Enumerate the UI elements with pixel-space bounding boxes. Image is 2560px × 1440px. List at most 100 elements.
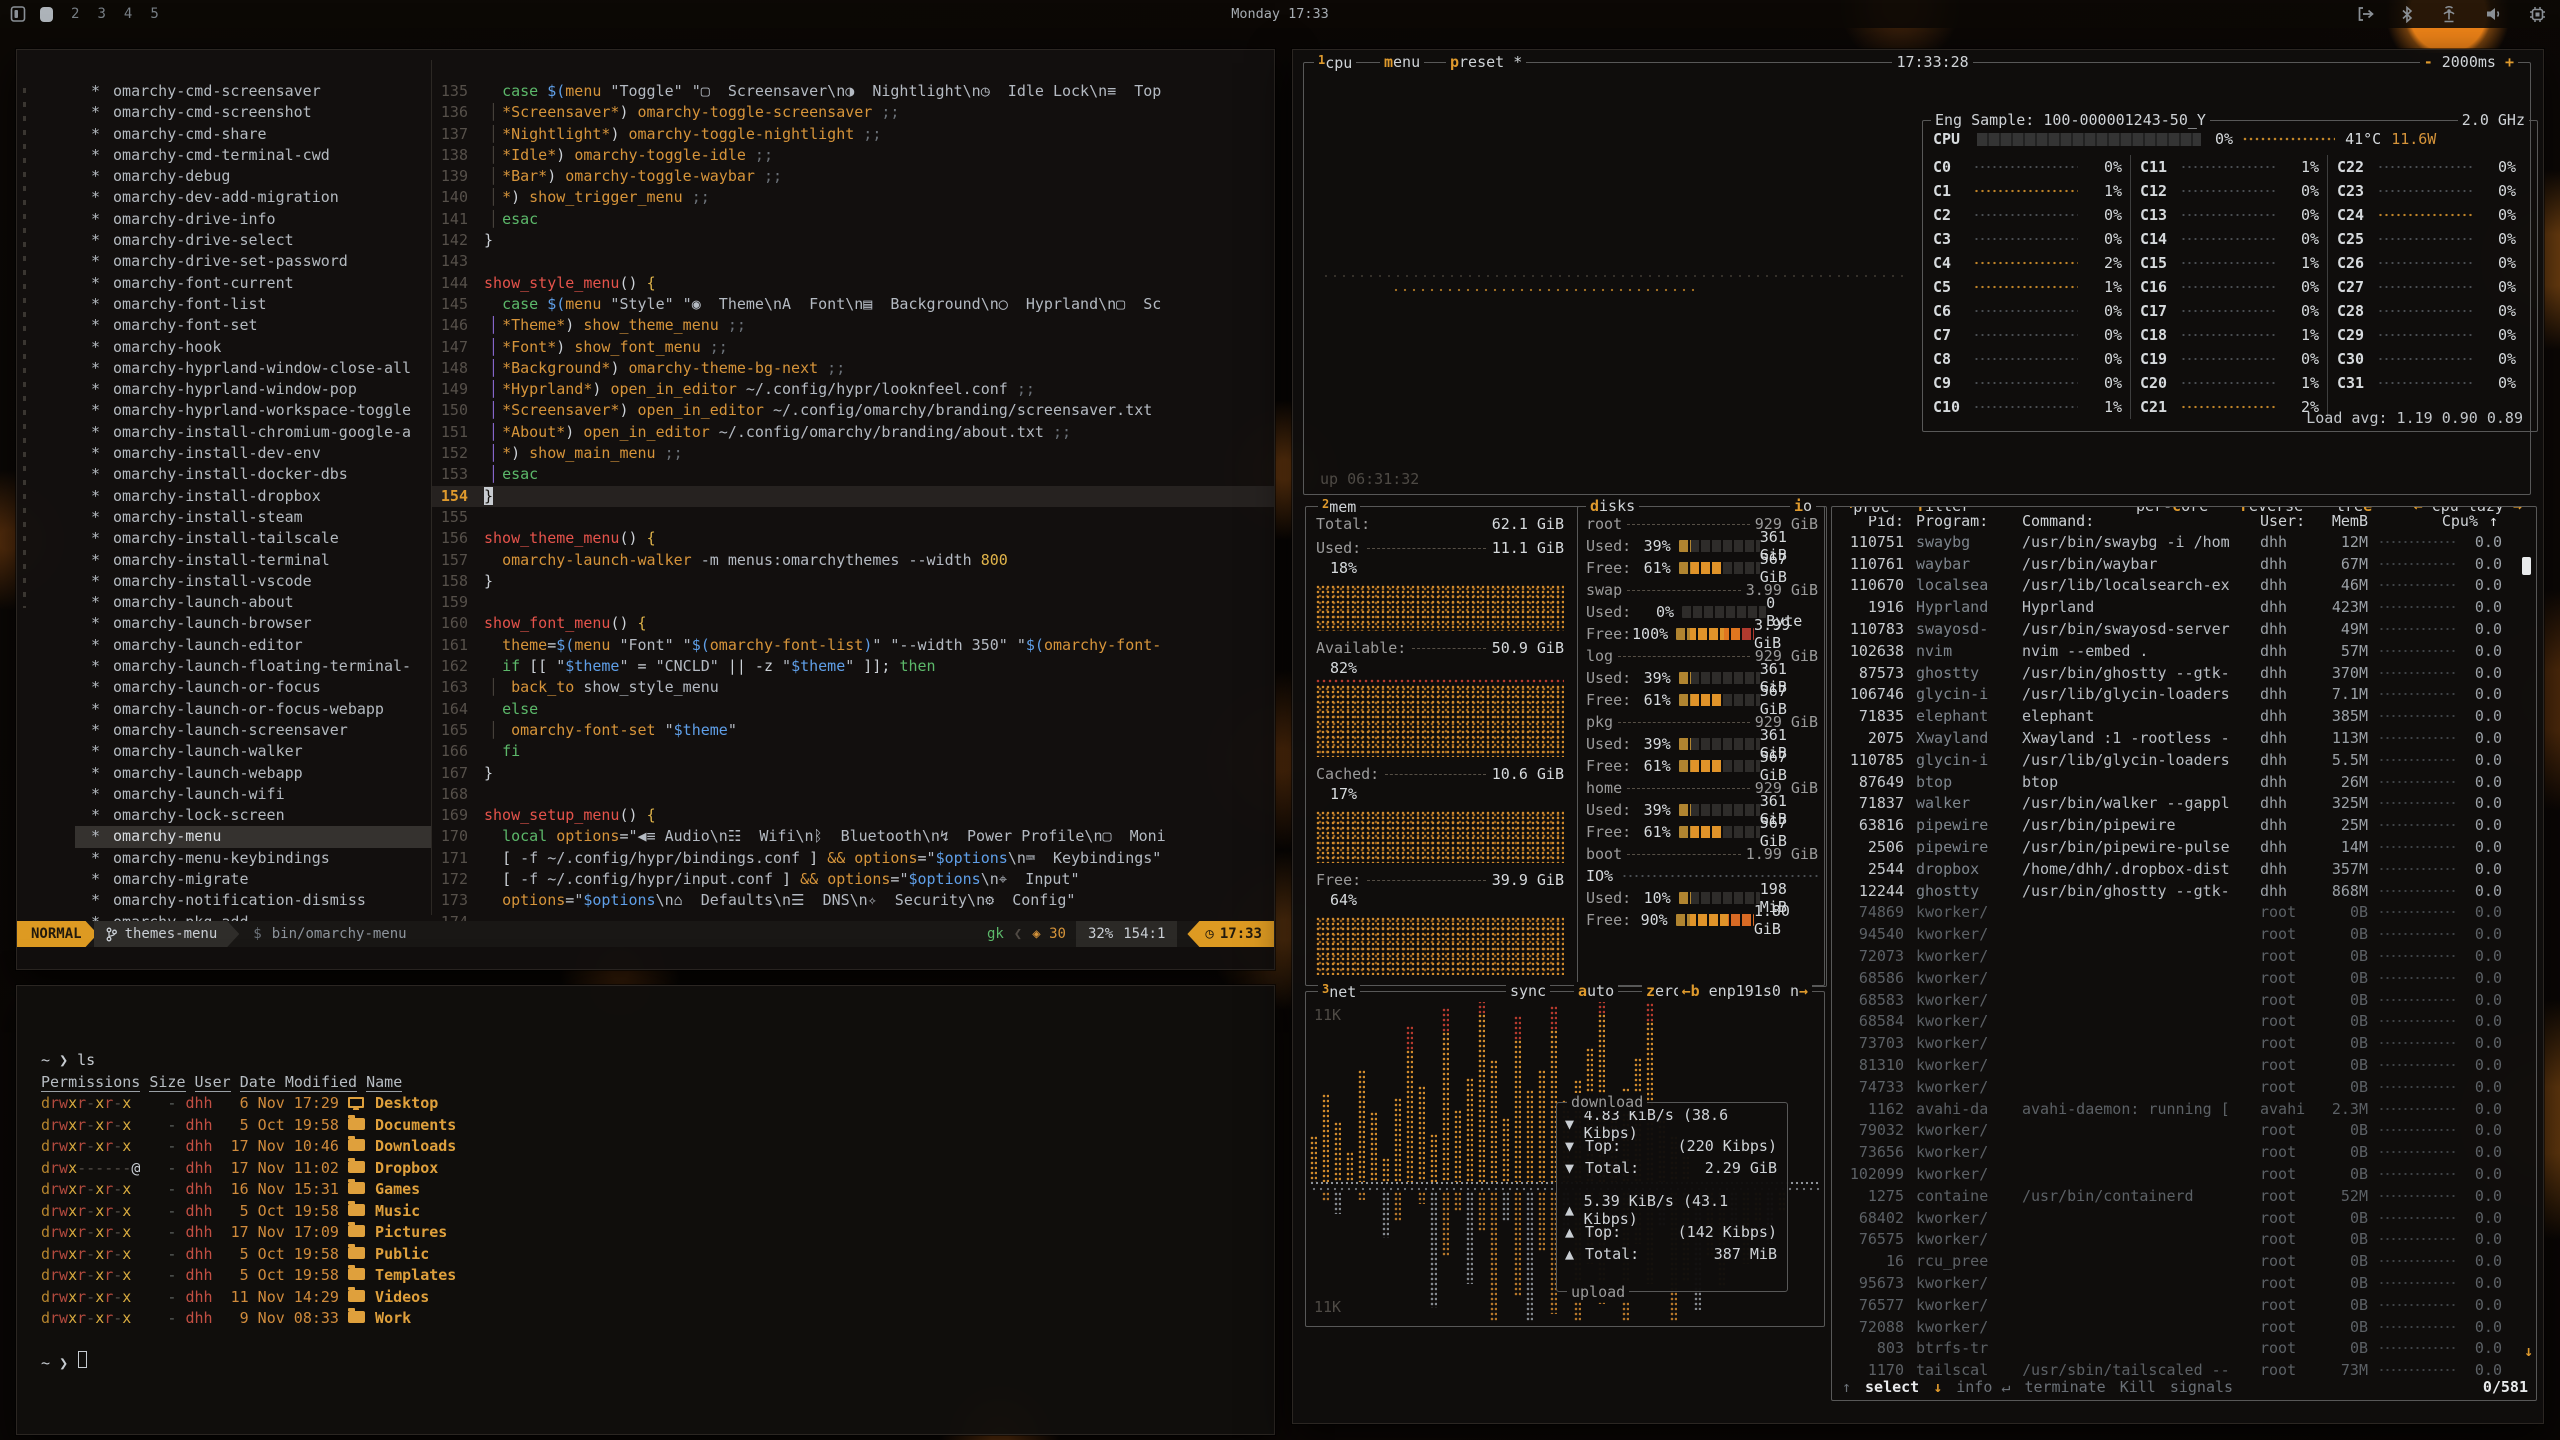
code-line[interactable]: 169show_setup_menu() { (432, 805, 1274, 826)
dir-name[interactable]: Work (375, 1308, 411, 1330)
workspace-number[interactable]: 2 (71, 6, 79, 22)
code-line[interactable]: 150 ▏*Screensaver*) open_in_editor ~/.co… (432, 400, 1274, 421)
process-row[interactable]: 2506 pipewire /usr/bin/pipewire-pulse dh… (1832, 836, 2536, 858)
dir-name[interactable]: Pictures (375, 1222, 447, 1244)
process-row[interactable]: 102638 nvim nvim --embed . dhh 57M 0.0 (1832, 640, 2536, 662)
file-list-item[interactable]: *omarchy-cmd-screensaver (17, 81, 431, 102)
code-line[interactable]: 142} (432, 230, 1274, 251)
file-list-item[interactable]: *omarchy-drive-set-password (17, 251, 431, 272)
file-list-item[interactable]: *omarchy-hyprland-workspace-toggle (17, 400, 431, 421)
dir-name[interactable]: Downloads (375, 1136, 456, 1158)
preset-button[interactable]: preset * (1446, 53, 1526, 71)
code-line[interactable]: 159 (432, 592, 1274, 613)
dir-name[interactable]: Games (375, 1179, 420, 1201)
info-action[interactable]: info ↵ (1956, 1378, 2010, 1396)
file-list-item[interactable]: *omarchy-launch-webapp (17, 763, 431, 784)
proc-scrollbar[interactable] (2522, 557, 2531, 575)
terminate-action[interactable]: terminate (2024, 1378, 2105, 1396)
process-row[interactable]: 110785 glycin-i /usr/lib/glycin-loaders … (1832, 749, 2536, 771)
logout-icon[interactable] (2357, 6, 2375, 22)
process-row[interactable]: 74733 kworker/ root 0B 0.0 (1832, 1076, 2536, 1098)
file-list-item[interactable]: *omarchy-install-terminal (17, 550, 431, 571)
code-line[interactable]: 165 ▏ omarchy-font-set "$theme" (432, 720, 1274, 741)
process-row[interactable]: 2075 Xwayland Xwayland :1 -rootless - dh… (1832, 727, 2536, 749)
dir-name[interactable]: Documents (375, 1115, 456, 1137)
net-box-title[interactable]: 3net (1318, 982, 1360, 1001)
code-line[interactable]: 135 case $(menu "Toggle" "▢ Screensaver\… (432, 81, 1274, 102)
process-row[interactable]: 73656 kworker/ root 0B 0.0 (1832, 1141, 2536, 1163)
code-pane[interactable]: 135 case $(menu "Toggle" "▢ Screensaver\… (432, 50, 1274, 921)
proc-box-title[interactable]: 4proc (1842, 506, 1893, 516)
file-list-item[interactable]: *omarchy-launch-or-focus-webapp (17, 699, 431, 720)
code-line[interactable]: 145 case $(menu "Style" "◉ Theme\nA Font… (432, 294, 1274, 315)
code-line[interactable]: 158} (432, 571, 1274, 592)
dir-name[interactable]: Music (375, 1201, 420, 1223)
process-row[interactable]: 95673 kworker/ root 0B 0.0 (1832, 1272, 2536, 1294)
process-row[interactable]: 110751 swaybg /usr/bin/swaybg -i /hom dh… (1832, 531, 2536, 553)
code-line[interactable]: 161 theme=$(menu "Font" "$(omarchy-font-… (432, 635, 1274, 656)
update-interval[interactable]: - 2000ms + (2420, 53, 2518, 71)
code-line[interactable]: 137 ▏*Nightlight*) omarchy-toggle-nightl… (432, 124, 1274, 145)
code-line[interactable]: 151 ▏*About*) open_in_editor ~/.config/o… (432, 422, 1274, 443)
file-list-item[interactable]: *omarchy-launch-about (17, 592, 431, 613)
process-row[interactable]: 94540 kworker/ root 0B 0.0 (1832, 923, 2536, 945)
code-line[interactable]: 160show_font_menu() { (432, 613, 1274, 634)
dir-name[interactable]: Videos (375, 1287, 429, 1309)
code-line[interactable]: 147 ▏*Font*) show_font_menu ;; (432, 337, 1274, 358)
volume-icon[interactable] (2485, 6, 2503, 22)
apps-icon[interactable] (10, 5, 26, 23)
command-line[interactable] (17, 947, 1274, 969)
file-list-item[interactable]: *omarchy-launch-or-focus (17, 677, 431, 698)
process-row[interactable]: 110670 localsea /usr/lib/localsearch-ex … (1832, 575, 2536, 597)
code-line[interactable]: 149 ▏*Hyprland*) open_in_editor ~/.confi… (432, 379, 1274, 400)
git-branch-segment[interactable]: themes-menu (94, 921, 240, 947)
file-list-item[interactable]: *omarchy-hook (17, 337, 431, 358)
file-list-item[interactable]: *omarchy-install-steam (17, 507, 431, 528)
code-line[interactable]: 166 fi (432, 741, 1274, 762)
process-row[interactable]: 68584 kworker/ root 0B 0.0 (1832, 1011, 2536, 1033)
process-row[interactable]: 1275 containe /usr/bin/containerd root 5… (1832, 1185, 2536, 1207)
process-row[interactable]: 87573 ghostty /usr/bin/ghostty --gtk- dh… (1832, 662, 2536, 684)
prompt-line-2[interactable]: ~ ❯ (41, 1351, 1274, 1373)
process-row[interactable]: 16 rcu_pree root 0B 0.0 (1832, 1250, 2536, 1272)
process-row[interactable]: 102099 kworker/ root 0B 0.0 (1832, 1163, 2536, 1185)
file-list-item[interactable]: *omarchy-launch-floating-terminal- (17, 656, 431, 677)
chip-icon[interactable] (2529, 6, 2546, 23)
net-sync-toggle[interactable]: sync (1506, 982, 1550, 1000)
file-list-item[interactable]: *omarchy-install-dropbox (17, 486, 431, 507)
network-icon[interactable] (2439, 6, 2459, 23)
tree-toggle[interactable]: tree (2332, 506, 2376, 515)
code-line[interactable]: 172 [ -f ~/.config/hypr/input.conf ] && … (432, 869, 1274, 890)
process-row[interactable]: 12244 ghostty /usr/bin/ghostty --gtk- dh… (1832, 880, 2536, 902)
code-line[interactable]: 171 [ -f ~/.config/hypr/bindings.conf ] … (432, 848, 1274, 869)
file-list-item[interactable]: *omarchy-launch-wifi (17, 784, 431, 805)
code-line[interactable]: 139 ▏*Bar*) omarchy-toggle-waybar ;; (432, 166, 1274, 187)
io-toggle[interactable]: io (1790, 497, 1816, 515)
file-list-item[interactable]: *omarchy-menu-keybindings (17, 848, 431, 869)
sort-column-selector[interactable]: ← cpu lazy → (2410, 506, 2526, 515)
process-row[interactable]: 110783 swayosd- /usr/bin/swayosd-server … (1832, 618, 2536, 640)
code-line[interactable]: 146 ▏*Theme*) show_theme_menu ;; (432, 315, 1274, 336)
process-row[interactable]: 68583 kworker/ root 0B 0.0 (1832, 989, 2536, 1011)
file-list-item[interactable]: *omarchy-lock-screen (17, 805, 431, 826)
workspace-number[interactable]: 4 (124, 6, 132, 22)
code-line[interactable]: 143 (432, 251, 1274, 272)
file-list-item[interactable]: *omarchy-launch-walker (17, 741, 431, 762)
code-line[interactable]: 163 ▏ back_to show_style_menu (432, 677, 1274, 698)
dir-name[interactable]: Public (375, 1244, 429, 1266)
process-row[interactable]: 87649 btop btop dhh 26M 0.0 (1832, 771, 2536, 793)
process-row[interactable]: 76575 kworker/ root 0B 0.0 (1832, 1229, 2536, 1251)
workspace-active[interactable] (40, 7, 53, 22)
code-line[interactable]: 153 ▏esac (432, 464, 1274, 485)
net-auto-toggle[interactable]: auto (1574, 982, 1618, 1000)
file-list-item[interactable]: *omarchy-install-docker-dbs (17, 464, 431, 485)
select-action[interactable]: select (1865, 1378, 1919, 1396)
code-line[interactable]: 162 if [[ "$theme" = "CNCLD" || -z "$the… (432, 656, 1274, 677)
file-list-item[interactable]: *omarchy-font-set (17, 315, 431, 336)
file-list-item[interactable]: *omarchy-cmd-share (17, 124, 431, 145)
file-list-item[interactable]: *omarchy-install-dev-env (17, 443, 431, 464)
file-list-item[interactable]: *omarchy-font-list (17, 294, 431, 315)
file-list-item[interactable]: *omarchy-pkg-add (17, 912, 431, 921)
process-row[interactable]: 74869 kworker/ root 0B 0.0 (1832, 902, 2536, 924)
net-interface[interactable]: ←b enp191s0 n→ (1678, 982, 1812, 1000)
